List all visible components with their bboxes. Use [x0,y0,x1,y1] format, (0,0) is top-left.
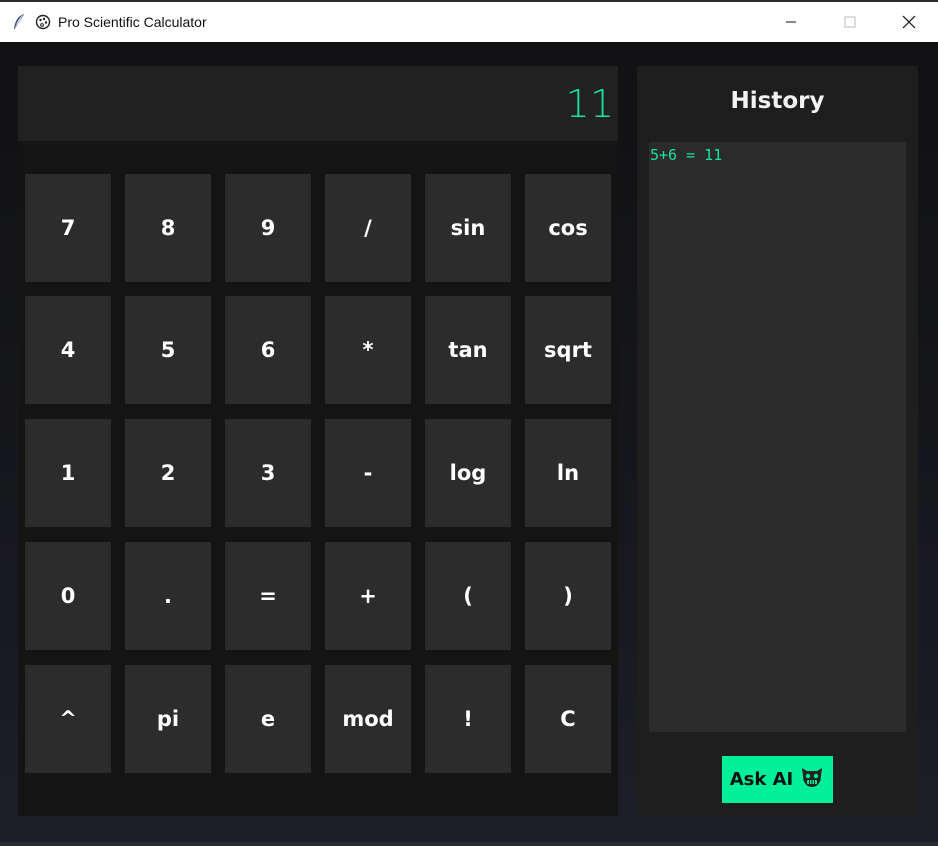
calculator-panel: 11 7 8 9/sin cos 4 5 6 * tan sqrt 1 2 3- log ln 0. = +() ^… [18,66,618,816]
key-minus-button[interactable]: - [325,419,411,527]
key-e-button[interactable]: e [225,665,311,773]
key-7-button[interactable]: 7 [25,174,111,282]
ask-ai-button[interactable]: Ask AI [722,756,833,803]
history-panel: History 5+6 = 11 Ask AI [637,66,918,816]
key-1-button[interactable]: 1 [25,419,111,527]
key-open-paren-button[interactable]: ( [425,542,511,650]
maximize-icon [844,16,855,28]
key-plus-button[interactable]: + [325,542,411,650]
key-sqrt-button[interactable]: sqrt [525,296,611,404]
key-4-button[interactable]: 4 [25,296,111,404]
key-sin-button[interactable]: sin [425,174,511,282]
history-entry: 5+6 = 11 [650,146,723,164]
key-tan-button[interactable]: tan [425,296,511,404]
minimize-icon [785,21,796,23]
key-9-button[interactable]: 9 [225,174,311,282]
feather-icon [10,13,28,31]
key-power-button[interactable]: ^ [25,665,111,773]
maximize-button[interactable] [820,2,879,42]
robot-face-icon [799,764,825,795]
window-title: Pro Scientific Calculator [58,14,207,30]
key-factorial-button[interactable]: ! [425,665,511,773]
key-0-button[interactable]: 0 [25,542,111,650]
history-title: History [730,88,825,114]
minimize-button[interactable] [761,2,820,42]
key-equals-button[interactable]: = [225,542,311,650]
window-bottom-border [0,842,938,846]
key-decimal-button[interactable]: . [125,542,211,650]
key-close-paren-button[interactable]: ) [525,542,611,650]
key-mod-button[interactable]: mod [325,665,411,773]
key-ln-button[interactable]: ln [525,419,611,527]
key-log-button[interactable]: log [425,419,511,527]
ask-ai-label: Ask AI [729,769,794,790]
key-clear-button[interactable]: C [525,665,611,773]
key-3-button[interactable]: 3 [225,419,311,527]
key-cos-button[interactable]: cos [525,174,611,282]
key-divide-button[interactable]: / [325,174,411,282]
key-multiply-button[interactable]: * [325,296,411,404]
close-button[interactable] [879,2,938,42]
key-8-button[interactable]: 8 [125,174,211,282]
history-list[interactable]: 5+6 = 11 [649,142,906,732]
key-5-button[interactable]: 5 [125,296,211,404]
key-pi-button[interactable]: pi [125,665,211,773]
key-6-button[interactable]: 6 [225,296,311,404]
result-display: 11 [18,66,618,141]
title-bar: Pro Scientific Calculator [0,0,938,42]
app-client-area: 11 7 8 9/sin cos 4 5 6 * tan sqrt 1 2 3- log ln 0. = +() ^… [0,42,938,846]
palette-icon [34,13,52,31]
key-2-button[interactable]: 2 [125,419,211,527]
close-icon [902,15,915,29]
